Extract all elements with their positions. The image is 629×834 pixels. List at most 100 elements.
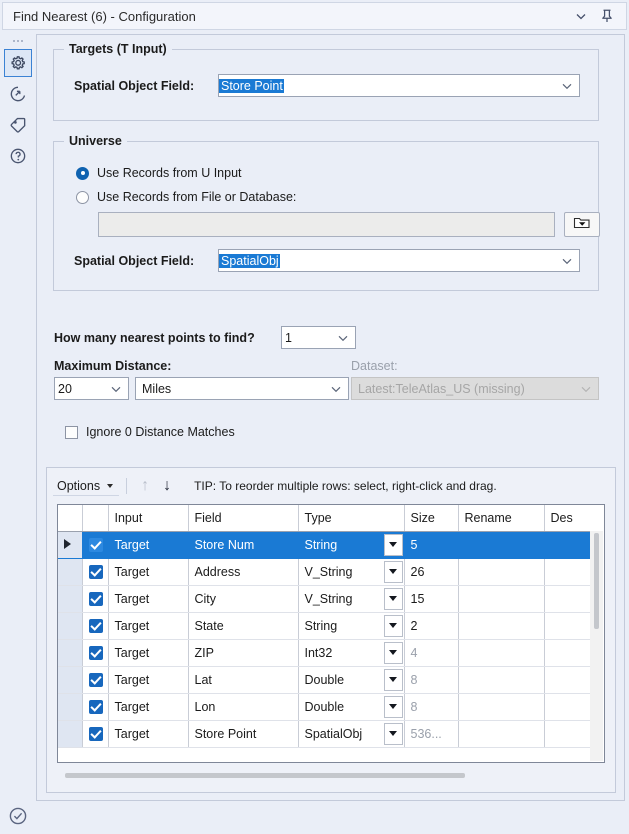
table-row[interactable]: Target State String 2 bbox=[58, 612, 592, 640]
type-dropdown-icon[interactable] bbox=[383, 668, 403, 691]
cell-size[interactable]: 26 bbox=[404, 558, 459, 586]
refresh-arrow-icon[interactable] bbox=[4, 80, 32, 108]
chevron-down-icon[interactable] bbox=[568, 3, 594, 29]
type-dropdown-icon[interactable] bbox=[383, 587, 403, 610]
grid-vertical-scroll-thumb[interactable] bbox=[594, 533, 599, 629]
grid-col-type[interactable]: Type bbox=[298, 505, 405, 532]
cell-rename[interactable] bbox=[458, 639, 545, 667]
cell-description[interactable] bbox=[544, 639, 592, 667]
cell-input[interactable]: Target bbox=[108, 558, 189, 586]
row-checkbox[interactable] bbox=[82, 693, 109, 721]
row-checkbox[interactable] bbox=[82, 666, 109, 694]
cell-description[interactable] bbox=[544, 585, 592, 613]
grid-vertical-scrollbar[interactable] bbox=[590, 531, 603, 761]
cell-rename[interactable] bbox=[458, 558, 545, 586]
row-pointer-cell[interactable] bbox=[58, 693, 83, 721]
nearest-points-combo[interactable]: 1 bbox=[281, 326, 356, 349]
type-dropdown-icon[interactable] bbox=[383, 533, 403, 556]
cell-input[interactable]: Target bbox=[108, 531, 189, 559]
cell-rename[interactable] bbox=[458, 720, 545, 748]
cell-input[interactable]: Target bbox=[108, 666, 189, 694]
grid-col-rename[interactable]: Rename bbox=[458, 505, 545, 532]
grid-horizontal-scroll-thumb[interactable] bbox=[65, 773, 465, 778]
cell-rename[interactable] bbox=[458, 693, 545, 721]
cell-type[interactable]: V_String bbox=[298, 585, 405, 613]
table-row[interactable]: Target Lon Double 8 bbox=[58, 693, 592, 721]
row-checkbox[interactable] bbox=[82, 612, 109, 640]
row-checkbox[interactable] bbox=[82, 720, 109, 748]
cell-size[interactable]: 4 bbox=[404, 639, 459, 667]
cell-input[interactable]: Target bbox=[108, 720, 189, 748]
ignore-zero-distance-checkbox[interactable]: Ignore 0 Distance Matches bbox=[65, 425, 235, 439]
row-pointer-cell[interactable] bbox=[58, 585, 83, 613]
type-dropdown-icon[interactable] bbox=[383, 695, 403, 718]
arrow-up-icon[interactable]: ↑ bbox=[134, 476, 156, 496]
row-pointer-cell[interactable] bbox=[58, 666, 83, 694]
cell-type[interactable]: Double bbox=[298, 666, 405, 694]
cell-type[interactable]: String bbox=[298, 531, 405, 559]
cell-description[interactable] bbox=[544, 531, 592, 559]
row-pointer-cell[interactable] bbox=[58, 612, 83, 640]
browse-dropdown-button[interactable] bbox=[564, 212, 600, 237]
grid-horizontal-scrollbar[interactable] bbox=[57, 768, 605, 784]
cell-input[interactable]: Target bbox=[108, 585, 189, 613]
table-row[interactable]: Target Lat Double 8 bbox=[58, 666, 592, 694]
cell-size[interactable]: 8 bbox=[404, 666, 459, 694]
file-path-input[interactable] bbox=[98, 212, 555, 237]
cell-type[interactable]: SpatialObj bbox=[298, 720, 405, 748]
cell-input[interactable]: Target bbox=[108, 639, 189, 667]
cell-description[interactable] bbox=[544, 720, 592, 748]
gear-icon[interactable] bbox=[4, 49, 32, 77]
grid-col-field[interactable]: Field bbox=[188, 505, 299, 532]
pin-icon[interactable] bbox=[594, 3, 620, 29]
options-button[interactable]: Options bbox=[53, 477, 120, 496]
cell-type[interactable]: Double bbox=[298, 693, 405, 721]
distance-units-combo[interactable]: Miles bbox=[135, 377, 349, 400]
cell-field[interactable]: ZIP bbox=[188, 639, 299, 667]
type-dropdown-icon[interactable] bbox=[383, 614, 403, 637]
row-pointer-cell[interactable] bbox=[58, 639, 83, 667]
row-pointer-cell[interactable] bbox=[58, 558, 83, 586]
type-dropdown-icon[interactable] bbox=[383, 722, 403, 745]
cell-type[interactable]: V_String bbox=[298, 558, 405, 586]
cell-field[interactable]: State bbox=[188, 612, 299, 640]
type-dropdown-icon[interactable] bbox=[383, 641, 403, 664]
help-icon[interactable] bbox=[4, 142, 32, 170]
cell-input[interactable]: Target bbox=[108, 693, 189, 721]
cell-description[interactable] bbox=[544, 693, 592, 721]
cell-field[interactable]: Store Point bbox=[188, 720, 299, 748]
cell-size[interactable]: 15 bbox=[404, 585, 459, 613]
universe-spatial-field-combo[interactable]: SpatialObj bbox=[218, 249, 580, 272]
cell-field[interactable]: Lat bbox=[188, 666, 299, 694]
cell-size[interactable]: 8 bbox=[404, 693, 459, 721]
cell-rename[interactable] bbox=[458, 612, 545, 640]
cell-input[interactable]: Target bbox=[108, 612, 189, 640]
grid-col-size[interactable]: Size bbox=[404, 505, 459, 532]
cell-rename[interactable] bbox=[458, 531, 545, 559]
radio-use-records-u-input[interactable]: Use Records from U Input bbox=[76, 166, 242, 180]
row-pointer-icon[interactable] bbox=[58, 531, 83, 559]
radio-use-records-file-db[interactable]: Use Records from File or Database: bbox=[76, 190, 296, 204]
cell-size[interactable]: 2 bbox=[404, 612, 459, 640]
row-checkbox[interactable] bbox=[82, 585, 109, 613]
table-row[interactable]: Target Address V_String 26 bbox=[58, 558, 592, 586]
table-row[interactable]: Target Store Num String 5 bbox=[58, 531, 592, 559]
cell-description[interactable] bbox=[544, 666, 592, 694]
cell-description[interactable] bbox=[544, 558, 592, 586]
cell-field[interactable]: City bbox=[188, 585, 299, 613]
row-pointer-cell[interactable] bbox=[58, 720, 83, 748]
cell-rename[interactable] bbox=[458, 666, 545, 694]
tag-icon[interactable] bbox=[4, 111, 32, 139]
row-checkbox[interactable] bbox=[82, 531, 109, 559]
type-dropdown-icon[interactable] bbox=[383, 560, 403, 583]
row-checkbox[interactable] bbox=[82, 558, 109, 586]
cell-type[interactable]: Int32 bbox=[298, 639, 405, 667]
cell-field[interactable]: Address bbox=[188, 558, 299, 586]
table-row[interactable]: Target City V_String 15 bbox=[58, 585, 592, 613]
grid-col-input[interactable]: Input bbox=[108, 505, 189, 532]
cell-field[interactable]: Lon bbox=[188, 693, 299, 721]
arrow-down-icon[interactable]: ↓ bbox=[156, 476, 178, 496]
cell-size[interactable]: 5 bbox=[404, 531, 459, 559]
targets-spatial-field-combo[interactable]: Store Point bbox=[218, 74, 580, 97]
cell-field[interactable]: Store Num bbox=[188, 531, 299, 559]
